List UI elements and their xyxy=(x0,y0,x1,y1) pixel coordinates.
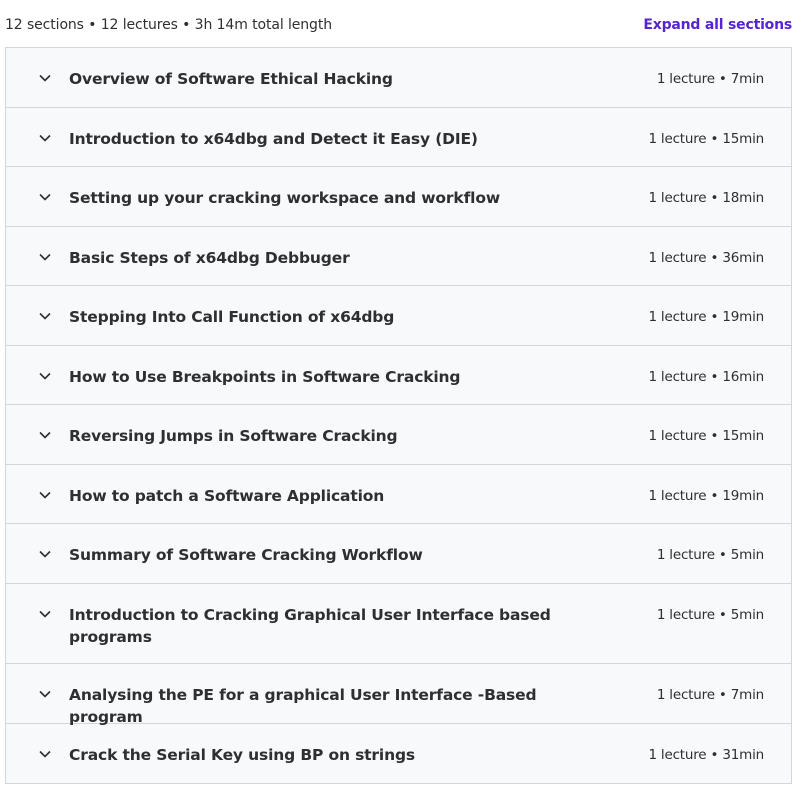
section-title: Reversing Jumps in Software Cracking xyxy=(69,427,398,445)
section-content-info: 1 lecture • 5min xyxy=(656,547,764,563)
chevron-down-icon xyxy=(37,308,53,324)
section-content-info: 1 lecture • 36min xyxy=(648,250,764,266)
chevron-down-icon xyxy=(37,130,53,146)
section-title: Setting up your cracking workspace and w… xyxy=(69,189,500,207)
section-content-info: 1 lecture • 16min xyxy=(648,369,764,385)
section-title: Introduction to x64dbg and Detect it Eas… xyxy=(69,130,478,148)
section-content-info: 1 lecture • 15min xyxy=(648,131,764,147)
section-content-info: 1 lecture • 19min xyxy=(648,488,764,504)
section-content-info: 1 lecture • 7min xyxy=(656,687,764,703)
section-5[interactable]: Stepping Into Call Function of x64dbg 1 … xyxy=(6,286,791,346)
section-9[interactable]: Summary of Software Cracking Workflow 1 … xyxy=(6,524,791,584)
section-10[interactable]: Introduction to Cracking Graphical User … xyxy=(6,584,791,664)
section-title: Introduction to Cracking Graphical User … xyxy=(69,606,551,646)
curriculum-summary: 12 sections • 12 lectures • 3h 14m total… xyxy=(5,17,333,33)
chevron-down-icon xyxy=(37,249,53,265)
section-1[interactable]: Overview of Software Ethical Hacking 1 l… xyxy=(6,48,791,108)
section-11[interactable]: Analysing the PE for a graphical User In… xyxy=(6,664,791,726)
chevron-down-icon xyxy=(37,427,53,443)
section-title: Summary of Software Cracking Workflow xyxy=(69,546,423,564)
section-6[interactable]: How to Use Breakpoints in Software Crack… xyxy=(6,346,791,405)
section-content-info: 1 lecture • 15min xyxy=(648,428,764,444)
chevron-down-icon xyxy=(37,189,53,205)
section-3[interactable]: Setting up your cracking workspace and w… xyxy=(6,167,791,227)
section-12[interactable]: Crack the Serial Key using BP on strings… xyxy=(6,724,791,783)
section-content-info: 1 lecture • 31min xyxy=(648,747,764,763)
chevron-down-icon xyxy=(37,686,53,702)
section-content-info: 1 lecture • 7min xyxy=(656,71,764,87)
section-content-info: 1 lecture • 18min xyxy=(648,190,764,206)
chevron-down-icon xyxy=(37,606,53,622)
section-4[interactable]: Basic Steps of x64dbg Debbuger 1 lecture… xyxy=(6,227,791,286)
chevron-down-icon xyxy=(37,546,53,562)
chevron-down-icon xyxy=(37,487,53,503)
curriculum-header: 12 sections • 12 lectures • 3h 14m total… xyxy=(5,10,792,40)
section-7[interactable]: Reversing Jumps in Software Cracking 1 l… xyxy=(6,405,791,465)
section-title: Analysing the PE for a graphical User In… xyxy=(69,686,537,726)
course-curriculum: 12 sections • 12 lectures • 3h 14m total… xyxy=(0,0,796,789)
section-title: Basic Steps of x64dbg Debbuger xyxy=(69,249,350,267)
section-title: Stepping Into Call Function of x64dbg xyxy=(69,308,395,326)
section-title: How to patch a Software Application xyxy=(69,487,385,505)
section-title: How to Use Breakpoints in Software Crack… xyxy=(69,368,461,386)
chevron-down-icon xyxy=(37,746,53,762)
section-2[interactable]: Introduction to x64dbg and Detect it Eas… xyxy=(6,108,791,167)
section-8[interactable]: How to patch a Software Application 1 le… xyxy=(6,465,791,524)
section-content-info: 1 lecture • 19min xyxy=(648,309,764,325)
section-title: Crack the Serial Key using BP on strings xyxy=(69,746,415,764)
chevron-down-icon xyxy=(37,70,53,86)
section-title: Overview of Software Ethical Hacking xyxy=(69,70,393,88)
expand-all-sections-button[interactable]: Expand all sections xyxy=(643,17,792,33)
chevron-down-icon xyxy=(37,368,53,384)
section-content-info: 1 lecture • 5min xyxy=(656,607,764,623)
section-list: Overview of Software Ethical Hacking 1 l… xyxy=(5,47,792,784)
